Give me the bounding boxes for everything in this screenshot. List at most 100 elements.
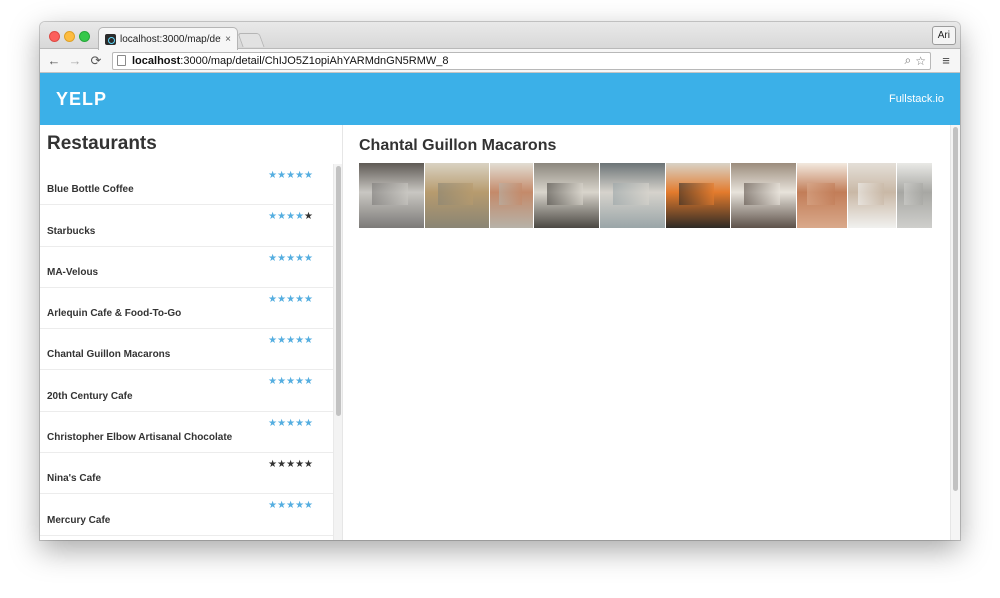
profile-button[interactable]: Ari <box>931 26 956 45</box>
back-arrow-icon[interactable]: ← <box>45 52 63 70</box>
reload-icon[interactable]: ⟳ <box>87 52 105 70</box>
tab-strip: localhost:3000/map/detail/ × Ari <box>40 22 960 50</box>
restaurant-list-item[interactable]: ★★★★★ Christopher Elbow Artisanal Chocola… <box>40 412 333 454</box>
star-icon: ★ <box>277 211 287 223</box>
star-rating: ★★★★★ <box>268 211 313 222</box>
star-icon: ★ <box>277 459 287 471</box>
star-icon: ★ <box>304 252 313 264</box>
browser-toolbar: ← → ⟳ localhost:3000/map/detail/ChIJO5Z1… <box>40 49 960 73</box>
restaurant-list-item[interactable]: ★★★★★ 20th Century Cafe <box>40 370 333 412</box>
star-icon: ★ <box>277 170 287 181</box>
star-icon: ★ <box>268 459 278 471</box>
star-icon: ★ <box>268 293 278 305</box>
star-icon: ★ <box>268 211 278 223</box>
photo-strip <box>359 163 934 228</box>
star-icon: ★ <box>295 417 305 429</box>
restaurant-name: Christopher Elbow Artisanal Chocolate <box>47 432 233 444</box>
star-icon: ★ <box>304 211 313 223</box>
star-rating: ★★★★★ <box>268 459 313 470</box>
restaurant-photo[interactable] <box>600 163 665 228</box>
star-rating: ★★★★★ <box>268 418 313 429</box>
star-rating: ★★★★★ <box>268 376 313 387</box>
new-tab-button[interactable] <box>237 33 265 47</box>
restaurant-list-item[interactable]: ★★★★★ MA-Velous <box>40 247 333 288</box>
zoom-window-button[interactable] <box>79 31 90 42</box>
restaurant-photo[interactable] <box>897 163 932 228</box>
menu-icon[interactable]: ≡ <box>937 52 955 70</box>
restaurant-photo[interactable] <box>359 163 424 228</box>
star-icon: ★ <box>304 376 313 388</box>
restaurant-list-item[interactable]: ★★★★★ Arlequin Cafe & Food-To-Go <box>40 288 333 330</box>
restaurant-photo[interactable] <box>666 163 730 228</box>
browser-tab[interactable]: localhost:3000/map/detail/ × <box>98 27 238 50</box>
restaurant-name: Arlequin Cafe & Food-To-Go <box>47 308 182 320</box>
star-rating: ★★★★★ <box>268 335 313 346</box>
restaurant-name: Nina's Cafe <box>47 473 102 485</box>
star-icon: ★ <box>268 335 278 347</box>
star-icon: ★ <box>268 417 278 429</box>
star-icon: ★ <box>286 500 296 512</box>
page-scroll-thumb[interactable] <box>953 127 958 491</box>
star-icon: ★ <box>286 211 296 223</box>
sidebar-scrollbar[interactable] <box>333 164 342 540</box>
star-icon: ★ <box>277 417 287 429</box>
star-icon: ★ <box>295 211 305 223</box>
sidebar-scroll-thumb[interactable] <box>336 166 341 416</box>
page-content: YELP Fullstack.io Restaurants ★★★★★ Blue … <box>40 73 960 540</box>
close-window-button[interactable] <box>49 31 60 42</box>
star-icon: ★ <box>295 170 305 181</box>
star-icon: ★ <box>304 417 313 429</box>
minimize-window-button[interactable] <box>64 31 75 42</box>
star-icon: ★ <box>304 293 313 305</box>
detail-panel: Chantal Guillon Macarons <box>343 125 950 540</box>
star-icon: ★ <box>277 335 287 347</box>
star-icon: ★ <box>304 335 313 347</box>
restaurant-photo[interactable] <box>797 163 847 228</box>
star-icon: ★ <box>268 500 278 512</box>
tab-close-icon[interactable]: × <box>225 34 231 45</box>
app-header: YELP Fullstack.io <box>40 73 960 125</box>
forward-arrow-icon[interactable]: → <box>66 52 84 70</box>
star-icon: ★ <box>268 170 278 181</box>
page-scrollbar[interactable] <box>950 125 960 540</box>
restaurant-photo[interactable] <box>425 163 489 228</box>
star-icon: ★ <box>295 293 305 305</box>
bookmark-star-icon[interactable]: ☆ <box>915 54 926 68</box>
restaurant-photo[interactable] <box>731 163 796 228</box>
url-text[interactable]: localhost:3000/map/detail/ChIJO5Z1opiAhY… <box>132 55 901 67</box>
restaurant-title: Chantal Guillon Macarons <box>359 137 557 154</box>
restaurant-list-item[interactable]: ★★★★★ Nina's Cafe <box>40 453 333 495</box>
star-icon: ★ <box>286 459 296 471</box>
star-icon: ★ <box>295 500 305 512</box>
restaurant-name: 20th Century Cafe <box>47 390 133 402</box>
restaurant-list-item[interactable]: ★★★★★ Blue Bottle Coffee <box>40 164 333 206</box>
restaurant-photo[interactable] <box>848 163 896 228</box>
star-icon: ★ <box>304 170 313 181</box>
page-icon <box>117 55 126 66</box>
star-rating: ★★★★★ <box>268 253 313 264</box>
star-icon: ★ <box>277 376 287 388</box>
search-icon[interactable]: ⌕ <box>905 53 912 68</box>
restaurant-name: Starbucks <box>47 225 96 237</box>
star-rating: ★★★★★ <box>268 294 313 305</box>
restaurant-photo[interactable] <box>534 163 599 228</box>
restaurant-name: Blue Bottle Coffee <box>47 184 134 196</box>
restaurant-list-item[interactable]: ★★★★★ Mercury Cafe <box>40 494 333 536</box>
star-icon: ★ <box>268 252 278 264</box>
restaurant-list-item[interactable]: ★★★★★ Starbucks <box>40 205 333 247</box>
react-favicon-icon <box>105 33 116 45</box>
address-bar[interactable]: localhost:3000/map/detail/ChIJO5Z1opiAhY… <box>112 51 931 70</box>
star-icon: ★ <box>277 252 287 264</box>
sidebar: Restaurants ★★★★★ Blue Bottle Coffee ★★★★★… <box>40 125 343 540</box>
star-icon: ★ <box>295 459 305 471</box>
star-icon: ★ <box>277 293 287 305</box>
star-icon: ★ <box>268 376 278 388</box>
star-icon: ★ <box>277 500 287 512</box>
star-icon: ★ <box>295 252 305 264</box>
restaurant-list-item[interactable]: ★★★★★ Chantal Guillon Macarons <box>40 329 333 371</box>
fullstack-link[interactable]: Fullstack.io <box>889 93 944 105</box>
star-icon: ★ <box>304 500 313 512</box>
restaurant-photo[interactable] <box>490 163 533 228</box>
yelp-logo[interactable]: YELP <box>56 89 107 110</box>
restaurant-name: Chantal Guillon Macarons <box>47 349 171 361</box>
